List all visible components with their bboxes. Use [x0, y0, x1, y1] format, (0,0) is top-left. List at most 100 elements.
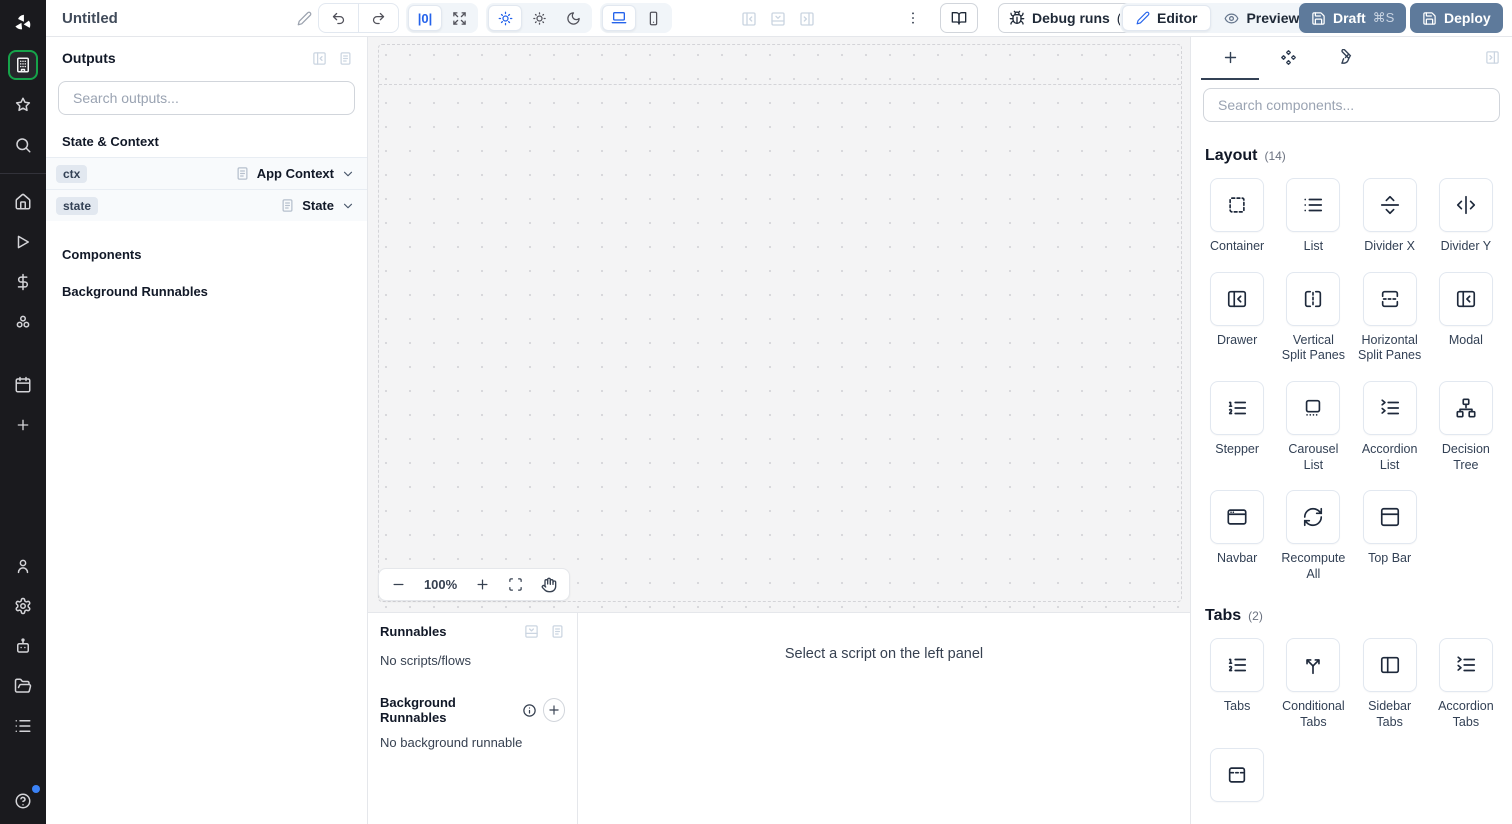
- chevron-down-icon[interactable]: [341, 167, 355, 181]
- canvas-topbar-dropzone[interactable]: [379, 45, 1181, 85]
- zoom-out-icon[interactable]: [391, 577, 406, 592]
- component-tabs[interactable]: Tabs: [1203, 638, 1271, 715]
- component-accordion-tabs[interactable]: Accordion Tabs: [1432, 638, 1500, 730]
- rail-item-add[interactable]: [8, 410, 38, 440]
- component-card[interactable]: [1286, 271, 1341, 326]
- mobile-view-button[interactable]: [636, 5, 670, 31]
- component-card[interactable]: [1210, 178, 1265, 232]
- component-card[interactable]: [1362, 638, 1417, 693]
- app-canvas[interactable]: 100%: [368, 37, 1190, 613]
- component-card[interactable]: [1438, 178, 1493, 232]
- component-card[interactable]: [1210, 271, 1265, 326]
- rail-item-users[interactable]: [8, 551, 38, 581]
- component-card[interactable]: [1286, 380, 1341, 435]
- component-modal[interactable]: Modal: [1432, 271, 1500, 349]
- component-card[interactable]: [1362, 490, 1417, 545]
- collapse-right-panel-icon[interactable]: [1485, 50, 1500, 65]
- panel-bottom-toggle-icon[interactable]: [770, 11, 786, 27]
- component-card[interactable]: [1286, 490, 1341, 545]
- zoom-reset-button[interactable]: |0|: [408, 5, 442, 31]
- deploy-button[interactable]: Deploy: [1410, 3, 1503, 33]
- redo-button[interactable]: [359, 4, 398, 32]
- theme-dark-button[interactable]: [556, 5, 590, 31]
- component-list[interactable]: List: [1279, 178, 1347, 255]
- expand-button[interactable]: [442, 5, 476, 31]
- outputs-search-input[interactable]: [71, 89, 342, 107]
- preview-tab[interactable]: Preview: [1211, 5, 1312, 31]
- desktop-view-button[interactable]: [602, 5, 636, 31]
- component-divider-x[interactable]: Divider X: [1356, 178, 1424, 255]
- output-row-state[interactable]: state State: [46, 189, 367, 221]
- document-icon[interactable]: [550, 624, 565, 639]
- theme-auto-button[interactable]: [488, 5, 522, 31]
- rail-item-variables[interactable]: [8, 267, 38, 297]
- component-card[interactable]: [1210, 638, 1265, 693]
- tab-component-settings[interactable]: [1259, 37, 1317, 80]
- draft-button[interactable]: Draft ⌘S: [1299, 3, 1407, 33]
- rail-item-search[interactable]: [8, 130, 38, 160]
- component-decision-tree[interactable]: Decision Tree: [1432, 380, 1500, 473]
- info-icon[interactable]: [522, 703, 537, 718]
- document-icon[interactable]: [338, 51, 353, 66]
- script-editor-area: Select a script on the left panel: [578, 613, 1190, 824]
- component-card[interactable]: [1210, 380, 1265, 435]
- component-drawer[interactable]: Drawer: [1203, 271, 1271, 349]
- component-accordion-list[interactable]: Accordion List: [1356, 380, 1424, 473]
- component-card[interactable]: [1362, 380, 1417, 435]
- undo-button[interactable]: [319, 4, 358, 32]
- component-container[interactable]: Container: [1203, 178, 1271, 255]
- add-background-runnable-button[interactable]: [542, 698, 565, 722]
- debug-runs-label: Debug runs: [1032, 10, 1110, 26]
- rail-item-audit-logs[interactable]: [8, 711, 38, 741]
- component-card[interactable]: [1286, 638, 1341, 693]
- component-stepper[interactable]: Stepper: [1203, 380, 1271, 458]
- tab-insert-component[interactable]: [1201, 37, 1259, 80]
- zoom-in-icon[interactable]: [475, 577, 490, 592]
- rail-item-favorites[interactable]: [8, 90, 38, 120]
- collapse-panel-icon[interactable]: [312, 51, 327, 66]
- rail-item-settings[interactable]: [8, 591, 38, 621]
- component-horizontal-split-panes[interactable]: Horizontal Split Panes: [1356, 271, 1424, 364]
- rail-item-help[interactable]: [8, 785, 40, 816]
- component-conditional-tabs[interactable]: Conditional Tabs: [1279, 638, 1347, 730]
- more-menu-button[interactable]: [899, 4, 927, 32]
- undo-icon: [331, 11, 346, 26]
- component-card[interactable]: [1438, 271, 1493, 326]
- pan-hand-icon[interactable]: [541, 577, 557, 593]
- docs-button[interactable]: [940, 3, 978, 33]
- component-card[interactable]: [1362, 178, 1417, 232]
- fit-view-icon[interactable]: [508, 577, 523, 592]
- component-card[interactable]: [1362, 271, 1417, 326]
- windmill-logo[interactable]: [0, 0, 46, 45]
- rail-item-folders[interactable]: [8, 671, 38, 701]
- rail-item-home[interactable]: [8, 187, 38, 217]
- component-recompute-all[interactable]: Recompute All: [1279, 490, 1347, 582]
- component-card[interactable]: [1286, 178, 1341, 232]
- component-partial[interactable]: [1203, 747, 1271, 809]
- collapse-bottom-icon[interactable]: [524, 624, 539, 639]
- components-search-input[interactable]: [1216, 96, 1487, 114]
- component-vertical-split-panes[interactable]: Vertical Split Panes: [1279, 271, 1347, 364]
- rail-item-workers[interactable]: [8, 631, 38, 661]
- output-row-ctx[interactable]: ctx App Context: [46, 157, 367, 189]
- component-carousel-list[interactable]: Carousel List: [1279, 380, 1347, 473]
- tab-styling[interactable]: [1317, 37, 1375, 80]
- component-sidebar-tabs[interactable]: Sidebar Tabs: [1356, 638, 1424, 730]
- component-top-bar[interactable]: Top Bar: [1356, 490, 1424, 567]
- component-card[interactable]: [1210, 747, 1265, 802]
- chevron-down-icon[interactable]: [341, 199, 355, 213]
- theme-light-button[interactable]: [522, 5, 556, 31]
- component-navbar[interactable]: Navbar: [1203, 490, 1271, 567]
- rail-item-resources[interactable]: [8, 307, 38, 337]
- component-card[interactable]: [1438, 638, 1493, 693]
- rail-item-apps[interactable]: [8, 50, 38, 80]
- rail-item-runs[interactable]: [8, 227, 38, 257]
- editor-tab[interactable]: Editor: [1122, 5, 1212, 31]
- component-divider-y[interactable]: Divider Y: [1432, 178, 1500, 255]
- rail-item-schedules[interactable]: [8, 370, 38, 400]
- panel-right-toggle-icon[interactable]: [799, 11, 815, 27]
- component-card[interactable]: [1438, 380, 1493, 435]
- edit-title-icon[interactable]: [297, 11, 312, 26]
- component-card[interactable]: [1210, 490, 1265, 545]
- panel-left-toggle-icon[interactable]: [741, 11, 757, 27]
